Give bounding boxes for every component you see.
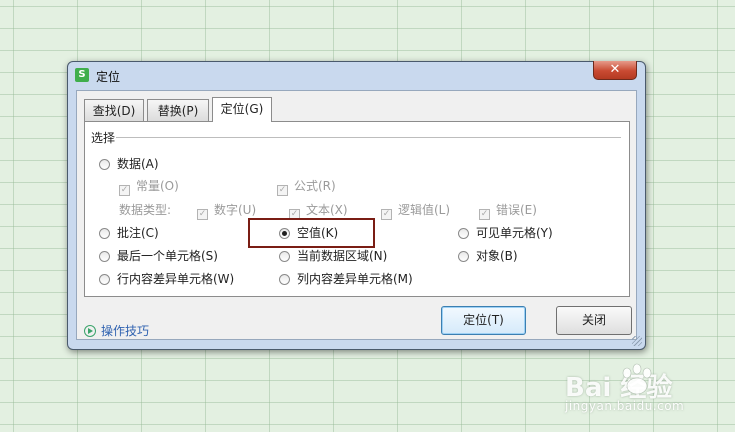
checkbox-errors[interactable]: ✓ 错误(E) (479, 202, 537, 220)
baidu-jingyan-watermark: Bai 经验 jingyan.baidu.com (565, 363, 700, 415)
checkmark-icon: ✓ (381, 209, 392, 220)
checkmark-icon: ✓ (197, 209, 208, 220)
locate-button[interactable]: 定位(T) (441, 306, 526, 335)
radio-circle (99, 228, 110, 239)
close-button[interactable]: 关闭 (556, 306, 632, 335)
radio-row-differences[interactable]: 行内容差异单元格(W) (99, 271, 234, 287)
radio-current-region[interactable]: 当前数据区域(N) (279, 248, 387, 264)
radio-circle (99, 251, 110, 262)
play-circle-icon (84, 325, 96, 337)
radio-last-cell[interactable]: 最后一个单元格(S) (99, 248, 218, 264)
tab-replace[interactable]: 替换(P) (147, 99, 209, 121)
data-types-label: 数据类型: (119, 203, 172, 217)
checkbox-logicals[interactable]: ✓ 逻辑值(L) (381, 202, 450, 220)
paw-icon (622, 363, 652, 395)
tab-locate[interactable]: 定位(G) (212, 97, 272, 122)
checkbox-formulas[interactable]: ✓ 公式(R) (277, 178, 336, 196)
locate-dialog: S 定位 ✕ 查找(D) 替换(P) 定位(G) 选择 数据(A) ✓ 常量(O)… (67, 61, 646, 350)
radio-circle (279, 274, 290, 285)
radio-objects[interactable]: 对象(B) (458, 248, 518, 264)
checkbox-constants[interactable]: ✓ 常量(O) (119, 178, 179, 196)
group-divider (116, 137, 621, 138)
radio-data[interactable]: 数据(A) (99, 156, 159, 172)
close-icon[interactable]: ✕ (593, 61, 637, 80)
resize-grip-icon[interactable] (632, 336, 642, 346)
checkmark-icon: ✓ (119, 185, 130, 196)
radio-column-differences[interactable]: 列内容差异单元格(M) (279, 271, 413, 287)
radio-comments[interactable]: 批注(C) (99, 225, 159, 241)
checkmark-icon: ✓ (479, 209, 490, 220)
checkmark-icon: ✓ (277, 185, 288, 196)
radio-circle (99, 274, 110, 285)
locate-panel: 选择 数据(A) ✓ 常量(O) ✓ 公式(R) 数据类型: ✓ 数字(U) ✓ 文本(… (84, 121, 630, 297)
dialog-body: 查找(D) 替换(P) 定位(G) 选择 数据(A) ✓ 常量(O) ✓ 公式(R)… (76, 90, 637, 340)
annotation-highlight-box (248, 218, 375, 248)
radio-circle (458, 251, 469, 262)
radio-visible-cells[interactable]: 可见单元格(Y) (458, 225, 553, 241)
radio-circle (279, 251, 290, 262)
title-bar[interactable]: S 定位 ✕ (68, 61, 645, 88)
dialog-title: 定位 (96, 70, 121, 84)
wps-app-icon: S (75, 68, 89, 82)
group-label-select: 选择 (91, 131, 116, 145)
checkbox-text[interactable]: ✓ 文本(X) (289, 202, 348, 220)
checkbox-numbers[interactable]: ✓ 数字(U) (197, 202, 256, 220)
tab-find[interactable]: 查找(D) (84, 99, 144, 121)
radio-circle (458, 228, 469, 239)
radio-circle (99, 159, 110, 170)
tips-link[interactable]: 操作技巧 (84, 322, 149, 339)
watermark-url: jingyan.baidu.com (565, 399, 685, 413)
